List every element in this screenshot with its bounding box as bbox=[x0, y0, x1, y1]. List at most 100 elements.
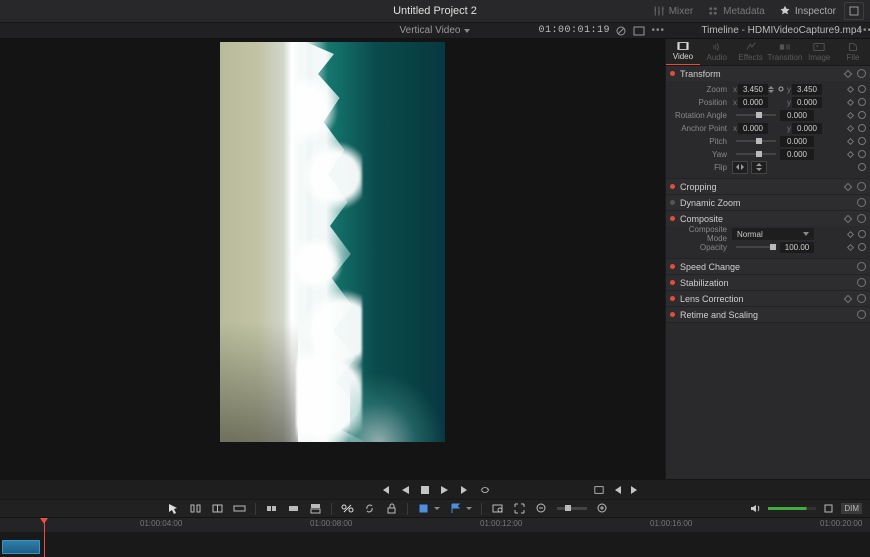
match-frame-button[interactable] bbox=[594, 485, 604, 495]
chevron-down-icon[interactable] bbox=[466, 507, 472, 510]
mixer-tab[interactable]: Mixer bbox=[647, 2, 699, 20]
enable-dot-icon[interactable] bbox=[670, 312, 675, 317]
section-retime-header[interactable]: Retime and Scaling bbox=[666, 307, 870, 322]
keyframe-icon[interactable] bbox=[847, 150, 854, 157]
last-frame-button[interactable] bbox=[460, 485, 470, 495]
pitch-slider[interactable] bbox=[736, 140, 776, 142]
keyframe-icon[interactable] bbox=[847, 124, 854, 131]
enable-dot-icon[interactable] bbox=[670, 280, 675, 285]
snap-button[interactable] bbox=[417, 502, 430, 515]
reset-icon[interactable] bbox=[858, 243, 866, 251]
timeline-ruler[interactable]: 01:00:04:00 01:00:08:00 01:00:12:00 01:0… bbox=[0, 518, 870, 532]
keyframe-icon[interactable] bbox=[844, 294, 852, 302]
enable-dot-icon[interactable] bbox=[670, 296, 675, 301]
expand-button[interactable] bbox=[844, 2, 864, 20]
anchor-y-field[interactable]: 0.000 bbox=[792, 123, 822, 134]
composite-mode-select[interactable]: Normal bbox=[732, 228, 814, 240]
reset-icon[interactable] bbox=[858, 137, 866, 145]
viewer-timecode[interactable]: 01:00:01:19 bbox=[538, 25, 610, 36]
replace-button[interactable] bbox=[309, 502, 322, 515]
reset-icon[interactable] bbox=[858, 98, 866, 106]
stop-button[interactable] bbox=[420, 485, 430, 495]
selection-tool[interactable] bbox=[167, 502, 180, 515]
speaker-icon[interactable] bbox=[749, 502, 762, 515]
viewer[interactable] bbox=[0, 39, 665, 479]
timeline-options[interactable]: ••• bbox=[858, 25, 870, 36]
opacity-field[interactable]: 100.00 bbox=[780, 242, 814, 253]
video-clip[interactable] bbox=[2, 540, 40, 554]
enable-dot-icon[interactable] bbox=[670, 71, 675, 76]
rotation-slider[interactable] bbox=[736, 114, 776, 116]
inspector-tab[interactable]: Inspector bbox=[773, 2, 842, 20]
play-reverse-button[interactable] bbox=[400, 485, 410, 495]
section-cropping-header[interactable]: Cropping bbox=[666, 179, 870, 194]
viewer-options[interactable]: ••• bbox=[651, 25, 665, 36]
section-composite-header[interactable]: Composite bbox=[666, 211, 870, 226]
reset-icon[interactable] bbox=[857, 278, 866, 287]
overwrite-button[interactable] bbox=[287, 502, 300, 515]
flip-h-button[interactable] bbox=[732, 161, 748, 174]
timeline[interactable]: 01:00:04:00 01:00:08:00 01:00:12:00 01:0… bbox=[0, 517, 870, 557]
dim-button[interactable]: DIM bbox=[841, 503, 862, 514]
keyframe-icon[interactable] bbox=[847, 243, 854, 250]
first-frame-button[interactable] bbox=[380, 485, 390, 495]
enable-dot-icon[interactable] bbox=[670, 184, 675, 189]
yaw-field[interactable]: 0.000 bbox=[780, 149, 814, 160]
next-edit-button[interactable] bbox=[630, 485, 640, 495]
enable-dot-icon[interactable] bbox=[670, 264, 675, 269]
yaw-slider[interactable] bbox=[736, 153, 776, 155]
reset-icon[interactable] bbox=[858, 85, 866, 93]
tab-video[interactable]: Video bbox=[666, 39, 700, 65]
reset-icon[interactable] bbox=[857, 182, 866, 191]
reset-icon[interactable] bbox=[857, 214, 866, 223]
enable-dot-icon[interactable] bbox=[670, 200, 675, 205]
reset-icon[interactable] bbox=[857, 262, 866, 271]
bypass-icon[interactable] bbox=[615, 25, 627, 37]
loop-button[interactable] bbox=[480, 485, 490, 495]
viewer-mode[interactable]: Vertical Video bbox=[400, 25, 461, 36]
blade-tool[interactable] bbox=[233, 502, 246, 515]
position-x-field[interactable]: 0.000 bbox=[738, 97, 768, 108]
zoom-out-button[interactable] bbox=[535, 502, 548, 515]
anchor-x-field[interactable]: 0.000 bbox=[738, 123, 768, 134]
section-lens-header[interactable]: Lens Correction bbox=[666, 291, 870, 306]
link-icon[interactable] bbox=[776, 84, 786, 94]
keyframe-icon[interactable] bbox=[847, 137, 854, 144]
reset-icon[interactable] bbox=[857, 198, 866, 207]
zoom-slider[interactable] bbox=[557, 507, 587, 510]
keyframe-icon[interactable] bbox=[844, 69, 852, 77]
chevron-down-icon[interactable] bbox=[464, 29, 470, 33]
keyframe-icon[interactable] bbox=[847, 85, 854, 92]
keyframe-icon[interactable] bbox=[847, 230, 854, 237]
insert-button[interactable] bbox=[265, 502, 278, 515]
zoom-x-stepper[interactable] bbox=[768, 86, 776, 93]
dynamic-trim-tool[interactable] bbox=[211, 502, 224, 515]
blade-edit-button[interactable] bbox=[341, 502, 354, 515]
reset-icon[interactable] bbox=[858, 230, 866, 238]
keyframe-icon[interactable] bbox=[847, 98, 854, 105]
volume-slider[interactable] bbox=[768, 507, 816, 510]
zoom-y-field[interactable]: 3.450 bbox=[792, 84, 822, 95]
safe-area-icon[interactable] bbox=[633, 25, 645, 37]
zoom-in-button[interactable] bbox=[596, 502, 609, 515]
lock-button[interactable] bbox=[385, 502, 398, 515]
link-button[interactable] bbox=[363, 502, 376, 515]
chevron-down-icon[interactable] bbox=[434, 507, 440, 510]
position-y-field[interactable]: 0.000 bbox=[792, 97, 822, 108]
section-speed-header[interactable]: Speed Change bbox=[666, 259, 870, 274]
reset-icon[interactable] bbox=[857, 69, 866, 78]
zoom-fit-button[interactable] bbox=[513, 502, 526, 515]
prev-edit-button[interactable] bbox=[612, 485, 622, 495]
reset-icon[interactable] bbox=[858, 163, 866, 171]
reset-icon[interactable] bbox=[857, 310, 866, 319]
rotation-field[interactable]: 0.000 bbox=[780, 110, 814, 121]
play-button[interactable] bbox=[440, 485, 450, 495]
reset-icon[interactable] bbox=[858, 111, 866, 119]
mute-button[interactable] bbox=[822, 502, 835, 515]
enable-dot-icon[interactable] bbox=[670, 216, 675, 221]
search-button[interactable] bbox=[491, 502, 504, 515]
trim-tool[interactable] bbox=[189, 502, 202, 515]
section-dynamic-zoom-header[interactable]: Dynamic Zoom bbox=[666, 195, 870, 210]
flip-v-button[interactable] bbox=[751, 161, 767, 174]
reset-icon[interactable] bbox=[858, 150, 866, 158]
